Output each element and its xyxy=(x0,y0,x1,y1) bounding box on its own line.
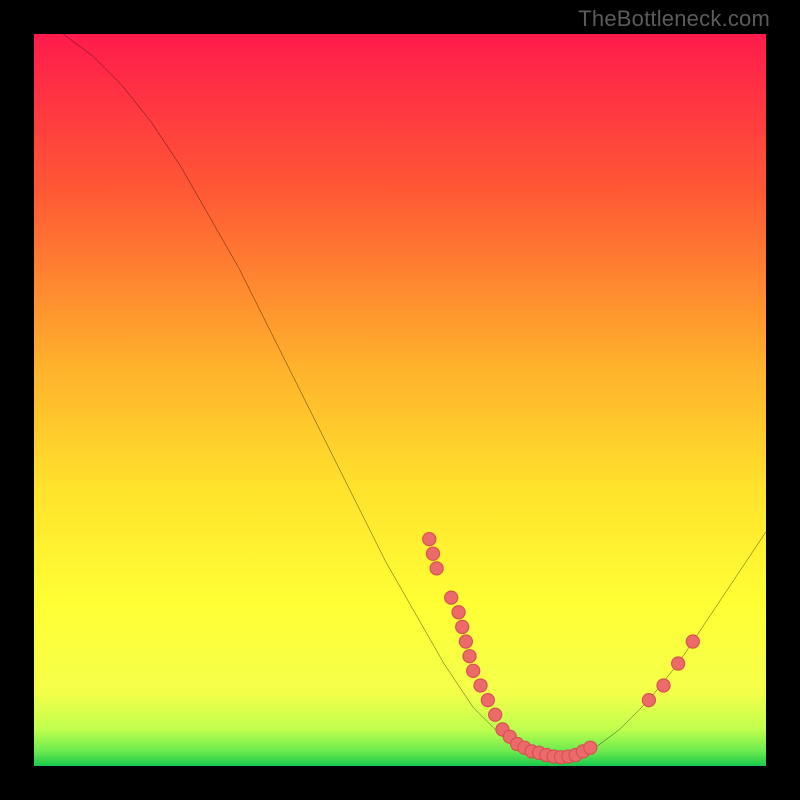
data-marker xyxy=(467,664,480,677)
data-marker xyxy=(474,679,487,692)
plot-area xyxy=(34,34,766,766)
data-marker xyxy=(642,694,655,707)
data-marker xyxy=(423,532,436,545)
chart-frame: TheBottleneck.com xyxy=(0,0,800,800)
data-marker xyxy=(489,708,502,721)
watermark-text: TheBottleneck.com xyxy=(578,6,770,32)
data-marker xyxy=(456,620,469,633)
data-marker xyxy=(672,657,685,670)
data-marker xyxy=(584,741,597,754)
data-marker xyxy=(430,562,443,575)
data-marker xyxy=(426,547,439,560)
data-marker xyxy=(686,635,699,648)
data-marker xyxy=(463,650,476,663)
data-marker xyxy=(452,606,465,619)
data-marker xyxy=(459,635,472,648)
data-marker xyxy=(657,679,670,692)
bottleneck-curve xyxy=(34,34,766,766)
data-marker xyxy=(445,591,458,604)
data-marker xyxy=(481,694,494,707)
